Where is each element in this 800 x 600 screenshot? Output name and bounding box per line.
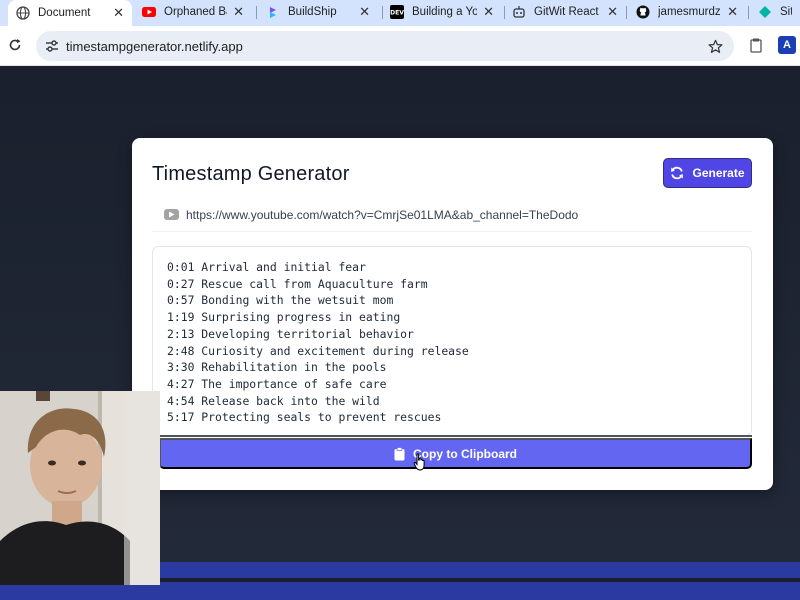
tab-title: Document <box>38 7 91 19</box>
tab-strip: Document ✕ Orphaned Ba ✕ BuildShip ✕ DEV… <box>0 0 800 26</box>
copy-label: Copy to Clipboard <box>413 446 517 461</box>
timestamp-line: 1:19 Surprising progress in eating <box>167 309 469 326</box>
bookmark-star-icon[interactable] <box>706 37 724 55</box>
timestamp-label: Release back into the wild <box>201 393 380 408</box>
close-tab-icon[interactable]: ✕ <box>727 4 738 20</box>
tab-gitwit[interactable]: GitWit React ✕ <box>504 0 626 24</box>
timestamp-label: Bonding with the wetsuit mom <box>201 293 394 308</box>
timestamps-list: 0:01 Arrival and initial fear 0:27 Rescue… <box>167 259 469 426</box>
timestamp-time: 5:17 <box>167 410 195 425</box>
generate-button[interactable]: Generate <box>663 158 752 188</box>
timestamp-time: 4:54 <box>167 393 195 408</box>
timestamp-time: 0:01 <box>167 260 195 274</box>
timestamp-line: 5:17 Protecting seals to prevent rescues <box>167 409 469 426</box>
timestamp-time: 4:27 <box>167 376 195 391</box>
github-icon <box>636 5 650 19</box>
tab-title: Building a Yo <box>412 6 478 18</box>
tab-github[interactable]: jamesmurdza ✕ <box>628 0 746 24</box>
tab-title: BuildShip <box>288 6 337 18</box>
timestamp-time: 1:19 <box>167 310 195 325</box>
timestamp-line: 4:54 Release back into the wild <box>167 393 469 410</box>
video-url-row[interactable]: https://www.youtube.com/watch?v=CmrjSe01… <box>152 200 752 232</box>
reload-icon[interactable] <box>6 36 24 54</box>
tab-document[interactable]: Document ✕ <box>8 0 132 26</box>
timestamp-line: 0:27 Rescue call from Aquaculture farm <box>167 276 469 293</box>
close-tab-icon[interactable]: ✕ <box>607 4 618 20</box>
mouse-pointer-icon <box>413 453 427 471</box>
timestamp-time: 0:57 <box>167 293 195 308</box>
tab-buildship[interactable]: BuildShip ✕ <box>258 0 378 24</box>
globe-icon <box>16 6 30 20</box>
tab-building[interactable]: DEV Building a Yo ✕ <box>382 0 502 24</box>
tab-separator <box>626 6 627 19</box>
generator-card: Timestamp Generator Generate https://www… <box>132 138 773 490</box>
youtube-icon <box>142 5 156 19</box>
webcam-overlay <box>0 391 160 585</box>
close-tab-icon[interactable]: ✕ <box>233 4 244 20</box>
site-settings-icon[interactable] <box>44 38 60 54</box>
extension-icon[interactable] <box>748 37 764 53</box>
generate-label: Generate <box>692 166 745 180</box>
timestamp-label: Curiosity and excitement during release <box>201 343 469 358</box>
timestamp-line: 0:57 Bonding with the wetsuit mom <box>167 292 469 309</box>
robot-icon <box>512 5 526 19</box>
tab-title: jamesmurdza <box>658 6 722 18</box>
tab-separator <box>748 6 749 19</box>
timestamp-time: 2:48 <box>167 343 195 358</box>
timestamp-label: Developing territorial behavior <box>201 326 414 341</box>
timestamp-line: 4:27 The importance of safe care <box>167 376 469 393</box>
timestamp-label: Rehabilitation in the pools <box>201 360 387 375</box>
timestamp-line: 2:13 Developing territorial behavior <box>167 326 469 343</box>
refresh-icon <box>670 166 684 180</box>
tab-orphaned[interactable]: Orphaned Ba ✕ <box>134 0 252 24</box>
close-tab-icon[interactable]: ✕ <box>359 4 370 20</box>
clipboard-icon <box>394 446 406 461</box>
timestamp-line: 0:01 Arrival and initial fear <box>167 259 469 276</box>
tab-separator <box>256 6 257 19</box>
page-title: Timestamp Generator <box>152 163 350 185</box>
output-divider <box>159 435 752 437</box>
timestamp-line: 2:48 Curiosity and excitement during rel… <box>167 343 469 360</box>
svg-text:DEV: DEV <box>390 10 404 17</box>
timestamp-label: The importance of safe care <box>201 376 387 391</box>
timestamp-label: Arrival and initial fear <box>201 260 366 274</box>
timestamps-output[interactable]: 0:01 Arrival and initial fear 0:27 Rescue… <box>152 246 752 436</box>
tab-site[interactable]: Site <box>750 0 800 24</box>
diamond-icon <box>758 5 772 19</box>
timestamp-time: 0:27 <box>167 276 195 291</box>
browser-toolbar: timestampgenerator.netlify.app A <box>0 26 800 66</box>
dev-icon: DEV <box>390 5 404 19</box>
timestamp-time: 3:30 <box>167 360 195 375</box>
close-tab-icon[interactable]: ✕ <box>483 4 494 20</box>
tab-title: Orphaned Ba <box>164 6 228 18</box>
buildship-icon <box>266 5 280 19</box>
timestamp-label: Surprising progress in eating <box>201 310 401 325</box>
tab-title: Site <box>780 6 792 18</box>
address-text: timestampgenerator.netlify.app <box>66 39 243 54</box>
close-tab-icon[interactable]: ✕ <box>113 5 124 21</box>
timestamp-line: 3:30 Rehabilitation in the pools <box>167 359 469 376</box>
profile-extension-icon[interactable]: A <box>778 36 796 54</box>
address-bar[interactable]: timestampgenerator.netlify.app <box>36 31 734 61</box>
video-url-text: https://www.youtube.com/watch?v=CmrjSe01… <box>186 208 579 222</box>
copy-to-clipboard-button[interactable]: Copy to Clipboard <box>159 438 752 469</box>
timestamp-label: Protecting seals to prevent rescues <box>201 410 442 425</box>
timestamp-label: Rescue call from Aquaculture farm <box>201 276 428 291</box>
tab-title: GitWit React <box>534 6 599 18</box>
youtube-icon <box>164 209 179 220</box>
timestamp-time: 2:13 <box>167 326 195 341</box>
